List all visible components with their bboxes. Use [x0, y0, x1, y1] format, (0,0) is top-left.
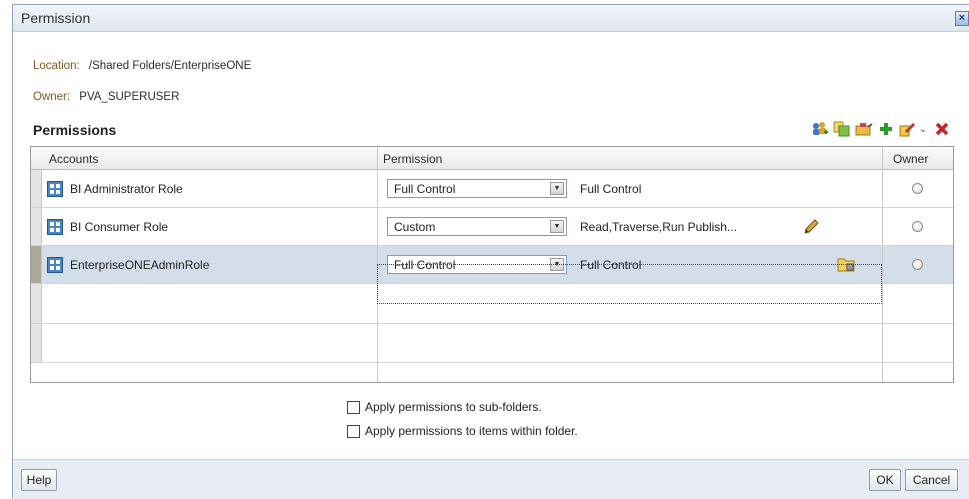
chevron-down-icon[interactable]: ▼	[550, 220, 564, 233]
apply-subfolders-label: Apply permissions to sub-folders.	[365, 400, 542, 414]
row-handle[interactable]	[31, 170, 42, 207]
dialog-titlebar: Permission ×	[13, 5, 969, 32]
cancel-button[interactable]: Cancel	[905, 469, 958, 491]
apply-items-option[interactable]: Apply permissions to items within folder…	[347, 424, 578, 438]
permission-description: Full Control	[580, 182, 642, 196]
pencil-icon[interactable]	[802, 218, 820, 236]
owner-label: Owner:	[33, 91, 71, 103]
permissions-table: Accounts Permission Owner BI Administrat…	[30, 146, 954, 383]
chevron-down-icon[interactable]: ▼	[550, 182, 564, 195]
delete-icon[interactable]	[933, 120, 951, 138]
header-permission: Permission	[383, 152, 443, 166]
row-handle[interactable]	[31, 246, 42, 283]
permission-description: Full Control	[580, 258, 642, 272]
help-button[interactable]: Help	[21, 469, 57, 491]
add-icon[interactable]	[877, 120, 895, 138]
location-label: Location:	[33, 60, 80, 72]
permission-select[interactable]: Full Control ▼	[387, 179, 567, 198]
permission-select[interactable]: Custom ▼	[387, 217, 567, 236]
empty-row	[31, 324, 953, 363]
permission-select[interactable]: Full Control ▼	[387, 255, 567, 274]
add-roles-icon[interactable]	[811, 120, 829, 138]
location-value: /Shared Folders/EnterpriseONE	[88, 60, 252, 72]
permission-select-value: Custom	[394, 220, 436, 234]
permission-dialog: Permission × Location: /Shared Folders/E…	[12, 4, 969, 499]
location-row: Location: /Shared Folders/EnterpriseONE	[33, 60, 251, 72]
permission-select-value: Full Control	[394, 258, 456, 272]
table-row[interactable]: BI Consumer Role Custom ▼ Read,Traverse,…	[31, 208, 953, 246]
owner-radio[interactable]	[912, 183, 923, 194]
apply-items-label: Apply permissions to items within folder…	[365, 424, 578, 438]
header-accounts: Accounts	[49, 152, 99, 166]
apply-items-checkbox[interactable]	[347, 424, 360, 438]
chevron-down-icon[interactable]: ▼	[550, 258, 564, 271]
account-name: BI Consumer Role	[70, 220, 169, 234]
owner-row: Owner: PVA_SUPERUSER	[33, 91, 179, 103]
permissions-heading: Permissions	[33, 122, 117, 138]
ok-button[interactable]: OK	[869, 469, 901, 491]
table-row[interactable]: BI Administrator Role Full Control ▼ Ful…	[31, 170, 953, 208]
column-divider	[377, 147, 378, 382]
chevron-down-icon[interactable]: ⌄	[919, 124, 927, 135]
dialog-footer: Help OK Cancel	[13, 459, 969, 499]
column-divider	[882, 147, 883, 382]
permission-select-value: Full Control	[394, 182, 456, 196]
permissions-toolbar: ⌄	[811, 120, 951, 138]
table-header: Accounts Permission Owner	[31, 147, 953, 170]
role-icon	[47, 181, 63, 197]
header-owner: Owner	[893, 152, 929, 166]
table-row-selected[interactable]: EnterpriseONEAdminRole Full Control ▼ Fu…	[31, 246, 953, 284]
role-icon	[47, 257, 63, 273]
edit-icon[interactable]	[899, 120, 917, 138]
folder-icon[interactable]	[837, 256, 855, 273]
close-icon[interactable]: ×	[955, 11, 969, 26]
copy-permissions-icon[interactable]	[833, 120, 851, 138]
role-icon	[47, 219, 63, 235]
dialog-title: Permission	[21, 10, 91, 26]
apply-subfolders-checkbox[interactable]	[347, 400, 360, 414]
owner-value: PVA_SUPERUSER	[79, 91, 180, 103]
permission-description: Read,Traverse,Run Publish...	[580, 220, 737, 234]
account-name: BI Administrator Role	[70, 182, 183, 196]
paste-permissions-icon[interactable]	[855, 120, 873, 138]
row-handle[interactable]	[31, 208, 42, 245]
account-name: EnterpriseONEAdminRole	[70, 258, 210, 272]
row-handle	[31, 284, 42, 323]
empty-row	[31, 284, 953, 324]
owner-radio[interactable]	[912, 221, 923, 232]
row-handle	[31, 324, 42, 362]
apply-subfolders-option[interactable]: Apply permissions to sub-folders.	[347, 400, 542, 414]
owner-radio[interactable]	[912, 259, 923, 270]
